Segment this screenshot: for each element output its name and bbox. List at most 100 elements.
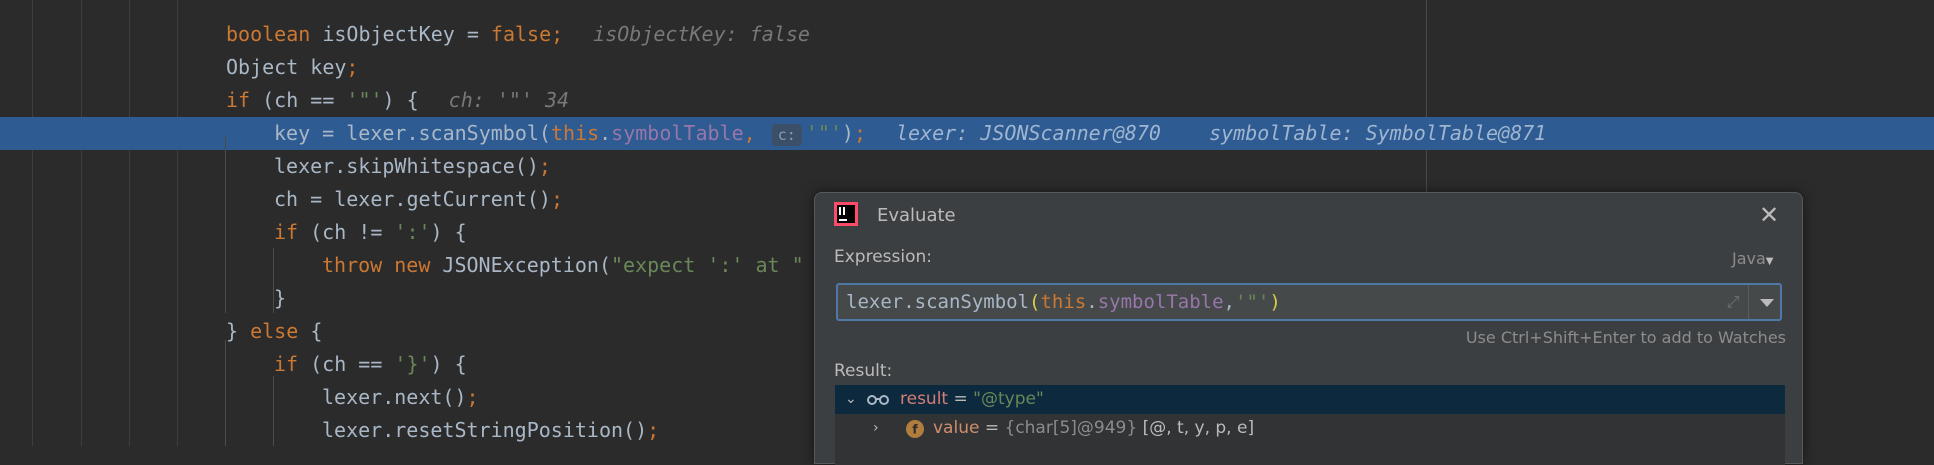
expression-token: symbolTable: [1097, 291, 1224, 313]
code-line[interactable]: Object key;: [0, 51, 1934, 84]
expression-token: .: [1086, 291, 1098, 313]
code-token: this: [550, 121, 600, 145]
code-token: "expect ':' at ": [611, 253, 816, 277]
code-token: throw new: [322, 253, 443, 277]
code-line[interactable]: if (ch == '"') { ch: '"' 34: [0, 84, 1934, 117]
chevron-down-icon: [1760, 299, 1774, 307]
code-text: if (ch == '}') {: [274, 348, 467, 381]
code-token: ;: [551, 22, 564, 46]
code-token: symbolTable: [611, 121, 744, 145]
code-token: '"': [346, 88, 383, 112]
intellij-logo-icon: [834, 202, 858, 226]
code-token: false: [490, 22, 552, 46]
result-eq: =: [948, 389, 974, 409]
code-token: ) {: [430, 352, 467, 376]
code-token: ;: [346, 55, 359, 79]
indent-guide: [225, 135, 226, 313]
code-token: ;: [550, 187, 563, 211]
code-token: if: [226, 88, 263, 112]
code-token: }: [226, 319, 251, 343]
evaluate-dialog: Evaluate ✕ Expression: Java▼ lexer.scanS…: [814, 192, 1803, 465]
code-token: JSONException(: [442, 253, 611, 277]
expression-text[interactable]: lexer.scanSymbol(this.symbolTable,'"'): [846, 285, 1281, 319]
value-meta: {char[5]@949}: [1004, 418, 1138, 438]
inline-debug-value: isObjectKey: false: [593, 22, 810, 46]
code-token: (ch ==: [310, 352, 395, 376]
code-token: {: [310, 319, 323, 343]
code-token: if: [274, 220, 311, 244]
language-selector[interactable]: Java▼: [1732, 249, 1774, 268]
value-extra: [@, t, y, p, e]: [1137, 418, 1255, 438]
inline-debug-value: lexer: JSONScanner@870 symbolTable: Symb…: [896, 121, 1547, 145]
code-token: ':': [394, 220, 431, 244]
expand-icon[interactable]: ⤢: [1723, 292, 1743, 312]
code-token: ) {: [382, 88, 419, 112]
code-token: isObjectKey =: [322, 22, 491, 46]
code-text: key = lexer.scanSymbol(this.symbolTable,…: [274, 117, 1546, 150]
code-text: lexer.next();: [322, 381, 479, 414]
history-dropdown-button[interactable]: [1748, 285, 1783, 319]
watch-hint: Use Ctrl+Shift+Enter to add to Watches: [1465, 328, 1786, 347]
code-token: key = lexer.scanSymbol(: [274, 121, 551, 145]
code-token: boolean: [226, 22, 323, 46]
code-token: if: [274, 352, 311, 376]
expression-token: ): [1269, 291, 1281, 313]
code-token: ;: [853, 121, 866, 145]
code-text: ch = lexer.getCurrent();: [274, 183, 563, 216]
code-token: '}': [394, 352, 431, 376]
expression-token: this: [1040, 291, 1087, 313]
code-text: }: [274, 282, 286, 315]
code-token: ) {: [430, 220, 467, 244]
expression-token: lexer.scanSymbol: [846, 291, 1030, 313]
code-token: ;: [647, 418, 660, 442]
code-token: .: [599, 121, 612, 145]
code-line[interactable]: lexer.skipWhitespace();: [0, 150, 1934, 183]
code-text: if (ch != ':') {: [274, 216, 467, 249]
chevron-down-icon: ▼: [1765, 256, 1774, 267]
code-token: ;: [466, 385, 479, 409]
code-token: ,: [743, 121, 768, 145]
result-row[interactable]: ⌄ result = "@type": [835, 385, 1785, 414]
expression-token: (: [1029, 291, 1041, 313]
result-label: Result:: [834, 361, 893, 381]
code-text: throw new JSONException("expect ':' at ": [322, 249, 816, 282]
indent-guide: [273, 248, 274, 313]
code-text: lexer.skipWhitespace();: [274, 150, 551, 183]
code-text: if (ch == '"') { ch: '"' 34: [226, 84, 569, 117]
code-token: (ch !=: [310, 220, 395, 244]
current-execution-line[interactable]: key = lexer.scanSymbol(this.symbolTable,…: [0, 117, 1934, 150]
code-token: lexer.resetStringPosition(): [322, 418, 648, 442]
value-eq: =: [979, 418, 1005, 438]
watch-glasses-icon: [867, 395, 889, 405]
code-token: ch = lexer.getCurrent(): [274, 187, 551, 211]
expression-label: Expression:: [834, 247, 933, 267]
code-text: boolean isObjectKey = false; isObjectKey:…: [226, 18, 810, 51]
close-icon[interactable]: ✕: [1755, 201, 1783, 229]
chevron-down-icon[interactable]: ⌄: [845, 385, 857, 414]
field-icon: f: [906, 420, 924, 438]
code-token: (ch ==: [262, 88, 347, 112]
code-token: lexer.next(): [322, 385, 467, 409]
code-token: }: [274, 286, 287, 310]
result-name: result: [900, 389, 949, 409]
code-token: ;: [538, 154, 551, 178]
result-value: "@type": [973, 389, 1044, 409]
parameter-hint: c:: [771, 123, 802, 146]
code-token: '"': [805, 121, 842, 145]
result-row[interactable]: › f value = {char[5]@949} [@, t, y, p, e…: [835, 414, 1785, 443]
chevron-right-icon[interactable]: ›: [873, 414, 879, 443]
code-text: Object key;: [226, 51, 358, 84]
dialog-title: Evaluate: [877, 205, 956, 226]
code-text: lexer.resetStringPosition();: [322, 414, 659, 447]
language-label: Java: [1732, 249, 1766, 268]
code-text: } else {: [226, 315, 322, 348]
expression-input[interactable]: lexer.scanSymbol(this.symbolTable,'"') ⤢: [836, 283, 1782, 321]
result-tree[interactable]: ⌄ result = "@type" › f value = {char[5]@…: [835, 385, 1785, 465]
indent-guide: [273, 376, 274, 446]
indent-guide: [225, 340, 226, 446]
inline-debug-value: ch: '"' 34: [448, 88, 570, 112]
code-token: lexer.skipWhitespace(): [274, 154, 539, 178]
expression-token: '"': [1235, 291, 1270, 313]
value-name: value: [933, 418, 980, 438]
code-line[interactable]: boolean isObjectKey = false; isObjectKey:…: [0, 18, 1934, 51]
